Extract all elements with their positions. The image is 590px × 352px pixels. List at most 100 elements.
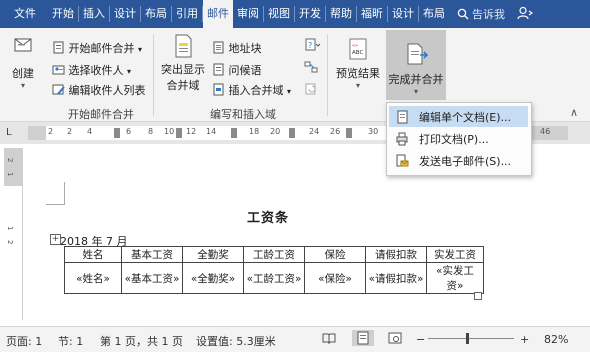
- menu-item-send-email[interactable]: 发送电子邮件(S)...: [389, 150, 528, 171]
- tab-mailings[interactable]: 邮件: [203, 0, 233, 28]
- tab-foxit[interactable]: 福昕: [357, 0, 387, 28]
- ruler-number: 20: [270, 127, 281, 136]
- match-fields-icon: [304, 61, 318, 77]
- tab-home[interactable]: 开始: [48, 0, 78, 28]
- ruler-number: 30: [368, 127, 379, 136]
- merge-field-cell[interactable]: «实发工资»: [426, 262, 484, 294]
- zoom-level[interactable]: 82%: [544, 333, 568, 346]
- tab-design[interactable]: 设计: [110, 0, 140, 28]
- group-separator: [327, 34, 328, 116]
- edit-recipient-list-button[interactable]: 编辑收件人列表: [52, 82, 146, 99]
- ruler-number: 12: [186, 127, 197, 136]
- table-resize-handle[interactable]: [474, 292, 482, 300]
- column-marker[interactable]: [176, 128, 182, 138]
- ruler-number: 8: [148, 127, 154, 136]
- match-fields-button[interactable]: [304, 60, 318, 77]
- preview-results-button[interactable]: «» ABC 预览结果 ▾: [334, 38, 382, 90]
- print-icon: [393, 132, 411, 146]
- table-header-cell[interactable]: 实发工资: [426, 246, 484, 263]
- status-section[interactable]: 节: 1: [58, 333, 83, 349]
- column-marker[interactable]: [289, 128, 295, 138]
- vruler-number: 2: [6, 158, 14, 163]
- column-marker[interactable]: [114, 128, 120, 138]
- tab-references[interactable]: 引用: [172, 0, 202, 28]
- menu-item-label: 打印文档(P)...: [419, 132, 489, 146]
- tab-table-layout[interactable]: 布局: [419, 0, 449, 28]
- merge-field-cell[interactable]: «基本工资»: [121, 262, 183, 294]
- start-mail-merge-label: 开始邮件合并: [68, 42, 135, 55]
- address-block-icon: [212, 41, 225, 57]
- vruler-number: 1: [6, 226, 14, 231]
- svg-text:«»: «»: [352, 43, 358, 49]
- tab-insert[interactable]: 插入: [79, 0, 109, 28]
- edit-document-icon: [393, 110, 411, 124]
- tell-me-box[interactable]: 告诉我: [449, 6, 513, 22]
- ribbon-tab-bar: 文件 开始 插入 设计 布局 引用 邮件 审阅 视图 开发 帮助 福昕 设计 布…: [0, 0, 590, 28]
- table-header-cell[interactable]: 基本工资: [121, 246, 183, 263]
- zoom-out-button[interactable]: −: [416, 333, 425, 346]
- merge-field-cell[interactable]: «保险»: [304, 262, 366, 294]
- tab-table-design[interactable]: 设计: [388, 0, 418, 28]
- table-header-cell[interactable]: 请假扣款: [365, 246, 427, 263]
- column-marker[interactable]: [231, 128, 237, 138]
- merge-field-cell[interactable]: «工龄工资»: [243, 262, 305, 294]
- table-header-cell[interactable]: 工龄工资: [243, 246, 305, 263]
- menu-item-edit-individual[interactable]: 编辑单个文档(E)...: [389, 106, 528, 127]
- column-marker[interactable]: [346, 128, 352, 138]
- tab-help[interactable]: 帮助: [326, 0, 356, 28]
- tab-review[interactable]: 审阅: [233, 0, 263, 28]
- ruler-number: 2: [48, 127, 54, 136]
- preview-results-label: 预览结果: [336, 67, 380, 80]
- read-mode-icon[interactable]: [322, 332, 336, 347]
- ruler-number: 46: [540, 127, 551, 136]
- ruler-number: 6: [126, 127, 132, 136]
- salary-table[interactable]: 姓名 基本工资 全勤奖 工龄工资 保险 请假扣款 实发工资 «姓名» «基本工资…: [64, 246, 484, 294]
- table-header-cell[interactable]: 全勤奖: [182, 246, 244, 263]
- rules-button[interactable]: ?: [304, 38, 321, 55]
- highlight-fields-label-1: 突出显示: [161, 63, 205, 76]
- print-layout-icon[interactable]: [352, 330, 374, 346]
- merge-field-cell[interactable]: «姓名»: [64, 262, 122, 294]
- zoom-slider-thumb[interactable]: [466, 333, 469, 344]
- group-separator: [153, 34, 154, 116]
- insert-merge-field-button[interactable]: 插入合并域 ▾: [212, 82, 291, 99]
- tab-layout[interactable]: 布局: [141, 0, 171, 28]
- address-block-button[interactable]: 地址块: [212, 40, 262, 57]
- menu-item-print[interactable]: 打印文档(P)...: [389, 128, 528, 149]
- email-icon: [393, 154, 411, 168]
- zoom-in-button[interactable]: +: [520, 333, 529, 346]
- finish-merge-button[interactable]: 完成并合并 ▾: [386, 30, 446, 100]
- user-share[interactable]: [513, 6, 537, 23]
- web-layout-icon[interactable]: [388, 332, 402, 347]
- menu-item-label: 编辑单个文档(E)...: [419, 110, 512, 124]
- finish-merge-label: 完成并合并: [388, 73, 444, 86]
- chevron-down-icon: ▾: [355, 81, 360, 90]
- status-page[interactable]: 页面: 1: [6, 333, 42, 349]
- tab-selector-icon[interactable]: L: [6, 127, 17, 138]
- table-header-cell[interactable]: 姓名: [64, 246, 122, 263]
- merge-field-cell[interactable]: «全勤奖»: [182, 262, 244, 294]
- start-mail-merge-button[interactable]: 开始邮件合并 ▾: [52, 40, 142, 57]
- merge-field-cell[interactable]: «请假扣款»: [365, 262, 427, 294]
- greeting-line-icon: [212, 63, 225, 79]
- tab-file[interactable]: 文件: [0, 0, 48, 28]
- ruler-number: 14: [206, 127, 217, 136]
- update-labels-icon: [304, 83, 318, 99]
- tab-view[interactable]: 视图: [264, 0, 294, 28]
- create-button[interactable]: 创建 ▾: [8, 34, 38, 90]
- recipients-icon: [52, 63, 65, 79]
- chevron-down-icon: ▾: [287, 87, 292, 96]
- status-page-count[interactable]: 第 1 页，共 1 页: [100, 333, 183, 349]
- zoom-slider-track[interactable]: [428, 338, 514, 339]
- select-recipients-button[interactable]: 选择收件人 ▾: [52, 62, 131, 79]
- collapse-ribbon-icon[interactable]: ∧: [570, 106, 578, 119]
- document-title[interactable]: 工资条: [247, 207, 289, 226]
- status-setting-value[interactable]: 设置值: 5.3厘米: [196, 333, 276, 349]
- table-header-cell[interactable]: 保险: [304, 246, 366, 263]
- vruler-number: 1: [6, 172, 14, 177]
- greeting-line-button[interactable]: 问候语: [212, 62, 262, 79]
- search-icon: [457, 8, 469, 20]
- highlight-merge-fields-button[interactable]: 突出显示 合并域: [160, 34, 206, 93]
- insert-merge-field-label: 插入合并域: [228, 84, 284, 97]
- tab-developer[interactable]: 开发: [295, 0, 325, 28]
